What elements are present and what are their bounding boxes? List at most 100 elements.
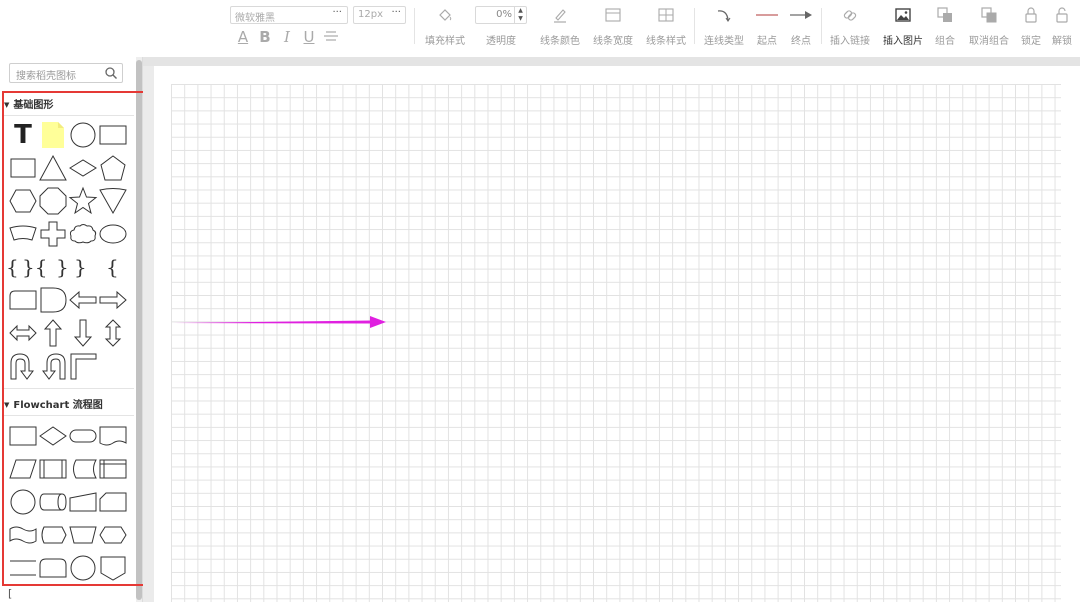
brace-pair-shape[interactable]: }{ <box>22 252 52 282</box>
curly-right-shape[interactable]: } <box>74 252 104 282</box>
font-family-dropdown-icon: ··· <box>332 7 342 18</box>
cloud-shape[interactable] <box>68 219 98 249</box>
connector-type-label: 连线类型 <box>704 36 744 47</box>
rounded-rect-shape[interactable] <box>8 285 38 315</box>
line-width-icon <box>605 8 621 22</box>
paint-bucket-icon <box>439 9 452 21</box>
line-style-button[interactable]: 线条样式 <box>642 0 690 57</box>
pentagon-shape[interactable] <box>98 153 128 183</box>
rectangle-alt-shape[interactable] <box>8 153 38 183</box>
insert-image-button[interactable]: 插入图片 <box>879 0 927 57</box>
u-turn-left-arrow-shape[interactable] <box>38 351 68 381</box>
font-family-value: 微软雅黑 <box>235 13 275 24</box>
triangle-shape[interactable] <box>38 153 68 183</box>
start-point-button[interactable]: 起点 <box>752 0 782 57</box>
group-button[interactable]: 组合 <box>930 0 960 57</box>
lock-button[interactable]: 锁定 <box>1017 0 1045 57</box>
image-icon <box>895 8 911 22</box>
bold-button[interactable]: B <box>256 28 274 46</box>
punched-tape-shape[interactable] <box>8 520 38 550</box>
rectangle-shape[interactable] <box>98 120 128 150</box>
opacity-label: 透明度 <box>486 36 516 47</box>
section-flowchart[interactable]: ▼ Flowchart 流程图 <box>4 396 103 411</box>
fill-style-button[interactable]: 填充样式 <box>420 0 470 57</box>
right-arrow-shape[interactable] <box>98 285 128 315</box>
magenta-arrow[interactable] <box>172 312 392 332</box>
rounded-process-shape[interactable] <box>38 553 68 583</box>
internal-storage-shape[interactable] <box>98 454 128 484</box>
inverted-triangle-shape[interactable] <box>98 186 128 216</box>
brace-glyph: { <box>34 255 48 279</box>
grid-canvas[interactable] <box>171 84 1061 602</box>
line-width-button[interactable]: 线条宽度 <box>589 0 637 57</box>
u-turn-arrow-shape[interactable] <box>8 351 38 381</box>
up-arrow-shape[interactable] <box>38 318 68 348</box>
left-arrow-shape[interactable] <box>68 285 98 315</box>
end-point-label: 终点 <box>791 36 811 47</box>
hexagon-shape[interactable] <box>8 186 38 216</box>
manual-operation-shape[interactable] <box>68 520 98 550</box>
manual-input-shape[interactable] <box>68 487 98 517</box>
stored-data-shape[interactable] <box>68 454 98 484</box>
connector-shape[interactable] <box>8 487 38 517</box>
search-placeholder: 搜索稻壳图标 <box>16 71 76 82</box>
connector-type-button[interactable]: 连线类型 <box>700 0 748 57</box>
opacity-control: 透明度 <box>476 0 526 57</box>
insert-link-button[interactable]: 插入链接 <box>826 0 874 57</box>
up-down-arrow-shape[interactable] <box>98 318 128 348</box>
search-input[interactable]: 搜索稻壳图标 <box>9 63 123 83</box>
process-shape[interactable] <box>8 421 38 451</box>
line-color-button[interactable]: 线条颜色 <box>536 0 584 57</box>
align-button[interactable] <box>322 28 340 48</box>
toolbar: 微软雅黑 ··· 12px ··· A B I U 填充样式 0% ▲ ▼ 透明… <box>0 0 1080 58</box>
data-shape[interactable] <box>8 454 38 484</box>
annotation-lines-shape[interactable] <box>8 553 38 583</box>
decision-shape[interactable] <box>38 421 68 451</box>
circle-shape[interactable] <box>68 120 98 150</box>
note-shape[interactable] <box>38 120 68 150</box>
document-shape[interactable] <box>98 421 128 451</box>
underline-button[interactable]: U <box>300 28 318 46</box>
ellipse-shape[interactable] <box>98 219 128 249</box>
direct-data-shape[interactable] <box>38 487 68 517</box>
on-page-connector-shape[interactable] <box>68 553 98 583</box>
preparation-shape[interactable] <box>98 520 128 550</box>
italic-button[interactable]: I <box>278 28 296 46</box>
unlock-icon <box>1056 7 1068 23</box>
card-shape[interactable] <box>98 487 128 517</box>
predefined-process-shape[interactable] <box>38 454 68 484</box>
delay-shape[interactable] <box>38 285 68 315</box>
next-section-corner: [ <box>8 587 13 600</box>
search-icon[interactable] <box>104 66 118 80</box>
star-shape[interactable] <box>68 186 98 216</box>
ungroup-button[interactable]: 取消组合 <box>964 0 1014 57</box>
off-page-connector-shape[interactable] <box>98 553 128 583</box>
group-icon <box>937 7 952 22</box>
link-icon <box>843 10 857 21</box>
corner-shape[interactable] <box>68 351 98 381</box>
line-style-icon <box>658 8 674 22</box>
sidebar-scrollbar-thumb[interactable] <box>136 60 142 600</box>
down-arrow-shape[interactable] <box>68 318 98 348</box>
unlock-label: 解锁 <box>1052 36 1072 47</box>
unlock-button[interactable]: 解锁 <box>1048 0 1076 57</box>
terminator-shape[interactable] <box>68 421 98 451</box>
curly-left-shape[interactable]: { <box>106 252 136 282</box>
diamond-shape[interactable] <box>68 153 98 183</box>
cross-shape[interactable] <box>38 219 68 249</box>
banner-shape[interactable] <box>8 219 38 249</box>
font-size-select[interactable]: 12px ··· <box>353 6 406 24</box>
brace-glyph: } <box>74 255 87 279</box>
left-right-arrow-shape[interactable] <box>8 318 38 348</box>
ungroup-icon <box>981 7 997 23</box>
line-style-label: 线条样式 <box>646 36 686 47</box>
section-title: Flowchart 流程图 <box>13 400 103 411</box>
font-family-select[interactable]: 微软雅黑 ··· <box>230 6 348 24</box>
text-shape[interactable]: T <box>8 120 38 150</box>
display-shape[interactable] <box>38 520 68 550</box>
font-color-button[interactable]: A <box>234 28 252 46</box>
section-basic-shapes[interactable]: ▼ 基础图形 <box>4 96 53 111</box>
octagon-shape[interactable] <box>38 186 68 216</box>
end-point-button[interactable]: 终点 <box>786 0 816 57</box>
group-label: 组合 <box>935 36 955 47</box>
